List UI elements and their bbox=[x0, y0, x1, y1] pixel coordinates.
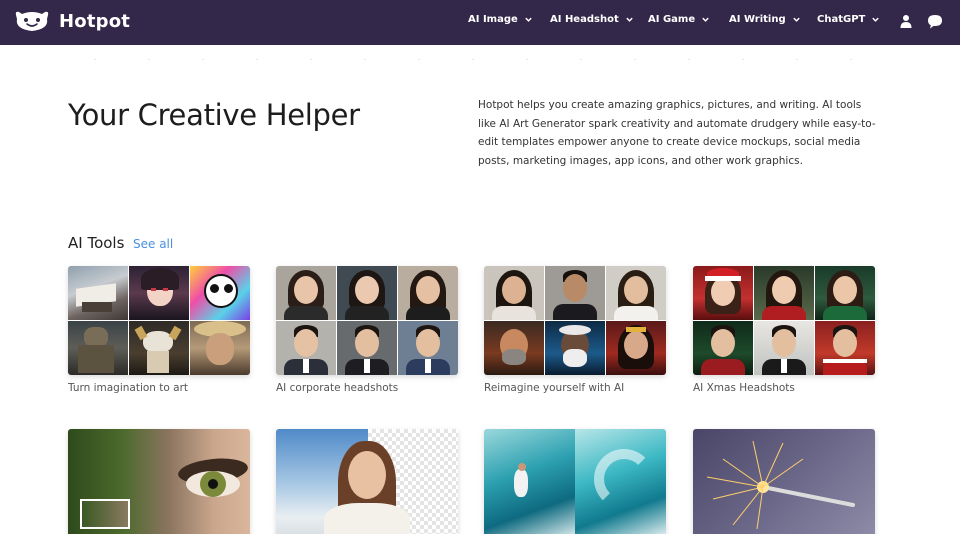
card-label: AI Xmas Headshots bbox=[693, 382, 795, 394]
tool-card-upscale[interactable] bbox=[68, 429, 250, 534]
headshots-collage-image bbox=[276, 266, 458, 375]
nav-ai-game-label: AI Game bbox=[648, 14, 696, 25]
nav-ai-image-label: AI Image bbox=[468, 14, 518, 25]
tool-card-xmas[interactable]: AI Xmas Headshots bbox=[693, 266, 875, 394]
page-title: Your Creative Helper bbox=[68, 98, 360, 132]
brand-name: Hotpot bbox=[59, 10, 131, 32]
divider bbox=[68, 59, 876, 60]
hotpot-logo-icon bbox=[15, 11, 49, 32]
chevron-down-icon bbox=[525, 17, 532, 22]
tool-card-sparkler[interactable] bbox=[693, 429, 875, 534]
chevron-down-icon bbox=[702, 17, 709, 22]
tool-card-enhance[interactable] bbox=[484, 429, 666, 534]
wave-surfer-image bbox=[484, 429, 666, 534]
tool-card-reimagine[interactable]: Reimagine yourself with AI bbox=[484, 266, 666, 394]
tool-card-art[interactable]: Turn imagination to art bbox=[68, 266, 250, 394]
user-icon[interactable] bbox=[898, 13, 914, 29]
see-all-link[interactable]: See all bbox=[133, 237, 173, 251]
nav-ai-writing[interactable]: AI Writing bbox=[729, 14, 801, 25]
sparkler-icon bbox=[706, 440, 855, 530]
chevron-down-icon bbox=[792, 17, 800, 22]
nav-ai-headshot-label: AI Headshot bbox=[550, 14, 619, 25]
chevron-down-icon bbox=[626, 17, 633, 22]
brand[interactable]: Hotpot bbox=[14, 9, 130, 33]
hero-description: Hotpot helps you create amazing graphics… bbox=[478, 99, 876, 167]
section-title: AI Tools bbox=[68, 234, 125, 252]
nav-chatgpt[interactable]: ChatGPT bbox=[817, 14, 880, 25]
nav-ai-image[interactable]: AI Image bbox=[468, 14, 533, 25]
top-navbar: Hotpot AI Image AI Headshot AI Game AI W… bbox=[0, 0, 960, 45]
reimagine-collage-image bbox=[484, 266, 666, 375]
tool-card-headshots[interactable]: AI corporate headshots bbox=[276, 266, 458, 394]
nav-chatgpt-label: ChatGPT bbox=[817, 14, 866, 25]
chat-icon[interactable] bbox=[927, 13, 943, 29]
card-label: AI corporate headshots bbox=[276, 382, 399, 394]
xmas-collage-image bbox=[693, 266, 875, 375]
eye-closeup-image bbox=[68, 429, 250, 534]
nav-ai-writing-label: AI Writing bbox=[729, 14, 786, 25]
chevron-down-icon bbox=[872, 17, 880, 22]
art-collage-image bbox=[68, 266, 250, 375]
nav-ai-game[interactable]: AI Game bbox=[648, 14, 710, 25]
card-label: Turn imagination to art bbox=[68, 382, 189, 394]
sparkler-image bbox=[693, 429, 875, 534]
background-remover-image bbox=[276, 429, 458, 534]
tool-card-remove-bg[interactable] bbox=[276, 429, 458, 534]
nav-ai-headshot[interactable]: AI Headshot bbox=[550, 14, 634, 25]
card-label: Reimagine yourself with AI bbox=[484, 382, 625, 394]
